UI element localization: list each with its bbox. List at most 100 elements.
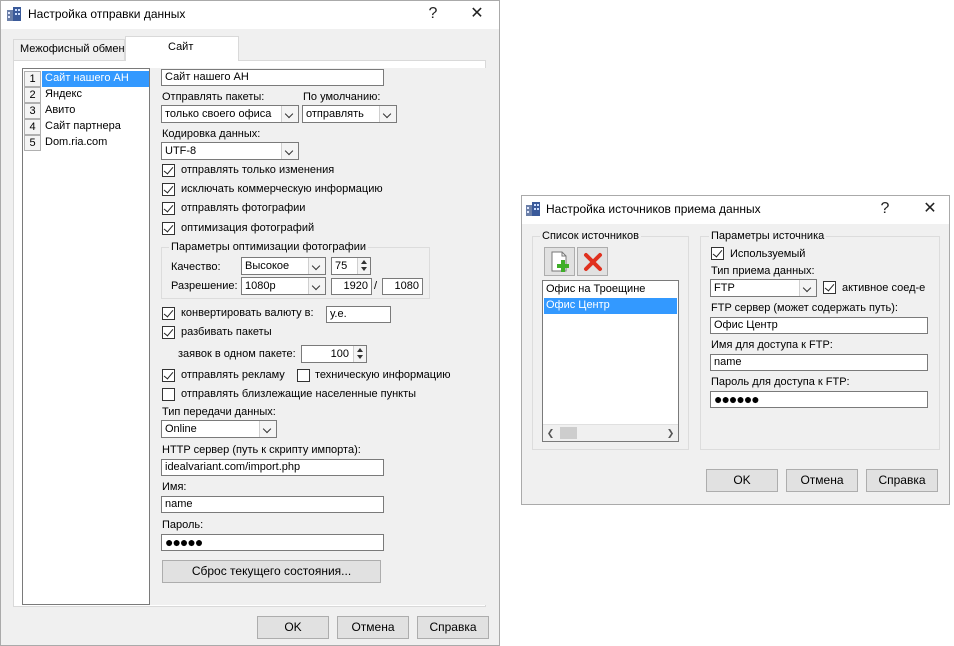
name-input[interactable]: name — [161, 496, 384, 513]
site-list[interactable]: 1 Сайт нашего АН 2 Яндекс 3 Авито 4 Сайт… — [22, 68, 150, 605]
close-icon[interactable]: ✕ — [463, 3, 491, 25]
ftp-server-label: FTP сервер (может содержать путь): — [711, 302, 898, 314]
site-name: Яндекс — [45, 88, 82, 100]
scroll-left-icon[interactable]: ❮ — [545, 428, 556, 439]
help-button[interactable]: Справка — [417, 616, 489, 639]
add-source-button[interactable] — [544, 247, 575, 276]
help-title-button[interactable]: ? — [871, 198, 899, 220]
tab-site[interactable]: Сайт — [125, 36, 239, 61]
dialog-title: Настройка отправки данных — [28, 7, 186, 21]
list-item[interactable]: 2 Яндекс — [23, 87, 149, 103]
ftp-user-label: Имя для доступа к FTP: — [711, 339, 833, 351]
site-name: Dom.ria.com — [45, 136, 108, 148]
quality-select[interactable]: Высокое — [241, 257, 326, 275]
password-input[interactable]: ●●●●● — [161, 534, 384, 551]
horizontal-scrollbar[interactable]: ❮ ❯ — [543, 424, 678, 441]
ok-button[interactable]: OK — [257, 616, 329, 639]
tab-label: Межофисный обмен — [20, 43, 125, 55]
ftp-user-input[interactable]: name — [710, 354, 928, 371]
cancel-button[interactable]: Отмена — [337, 616, 409, 639]
chevron-down-icon[interactable] — [281, 143, 298, 159]
spin-arrows-icon[interactable] — [353, 346, 366, 362]
tab-label: Сайт — [168, 41, 194, 53]
resolution-height-field[interactable]: 1080 — [382, 278, 423, 295]
default-value: отправлять — [306, 108, 364, 120]
row-number: 5 — [24, 135, 41, 151]
list-item[interactable]: 1 Сайт нашего АН — [23, 71, 149, 87]
nearby-checkbox[interactable] — [162, 388, 175, 401]
exclude-commercial-checkbox[interactable] — [162, 183, 175, 196]
scroll-thumb[interactable] — [560, 427, 577, 439]
resolution-width-field[interactable]: 1920 — [331, 278, 372, 295]
chevron-down-icon[interactable] — [281, 106, 298, 122]
convert-currency-label: конвертировать валюту в: — [181, 307, 314, 319]
http-server-label: HTTP сервер (путь к скрипту импорта): — [162, 444, 361, 456]
receive-type-label: Тип приема данных: — [711, 265, 815, 277]
help-button[interactable]: Справка — [866, 469, 938, 492]
spin-arrows-icon[interactable] — [357, 258, 370, 274]
name-label: Имя: — [162, 481, 187, 493]
resolution-select[interactable]: 1080p — [241, 277, 326, 295]
help-title-button[interactable]: ? — [419, 3, 447, 25]
encoding-select[interactable]: UTF-8 — [161, 142, 299, 160]
resolution-label: Разрешение: — [171, 280, 238, 292]
convert-currency-checkbox[interactable] — [162, 307, 175, 320]
quality-spinner[interactable]: 75 — [331, 257, 371, 275]
send-ads-checkbox[interactable] — [162, 369, 175, 382]
chevron-down-icon[interactable] — [379, 106, 396, 122]
requests-per-packet-spinner[interactable]: 100 — [301, 345, 367, 363]
receive-type-value: FTP — [714, 282, 735, 294]
tab-interoffice[interactable]: Межофисный обмен — [13, 39, 125, 60]
ftp-password-input[interactable]: ●●●●●● — [710, 391, 928, 408]
send-packets-value: только своего офиса — [165, 108, 272, 120]
currency-input[interactable]: у.е. — [326, 306, 391, 323]
reset-state-button[interactable]: Сброс текущего состояния... — [162, 560, 381, 583]
chevron-down-icon[interactable] — [259, 421, 276, 437]
split-packets-checkbox[interactable] — [162, 326, 175, 339]
cancel-button[interactable]: Отмена — [786, 469, 858, 492]
selected-site-name: Сайт нашего АН — [42, 71, 149, 87]
requests-per-packet-label: заявок в одном пакете: — [178, 348, 296, 360]
delete-source-button[interactable] — [577, 247, 608, 276]
split-packets-label: разбивать пакеты — [181, 326, 272, 338]
requests-per-packet-value: 100 — [330, 348, 349, 360]
active-connection-checkbox[interactable] — [823, 281, 836, 294]
chevron-down-icon[interactable] — [308, 278, 325, 294]
list-item[interactable]: 4 Сайт партнера — [23, 119, 149, 135]
receive-type-select[interactable]: FTP — [710, 279, 817, 297]
title-bar: Настройка источников приема данных ? ✕ — [522, 196, 949, 224]
quality-label: Качество: — [171, 261, 221, 273]
chevron-down-icon[interactable] — [799, 280, 816, 296]
ftp-password-label: Пароль для доступа к FTP: — [711, 376, 850, 388]
tech-info-checkbox[interactable] — [297, 369, 310, 382]
ok-button[interactable]: OK — [706, 469, 778, 492]
list-item-selected[interactable]: Офис Центр — [544, 298, 677, 314]
optimize-photos-checkbox[interactable] — [162, 222, 175, 235]
default-label: По умолчанию: — [303, 91, 381, 103]
transfer-type-select[interactable]: Online — [161, 420, 277, 438]
add-document-icon — [551, 251, 569, 272]
send-photos-checkbox[interactable] — [162, 202, 175, 215]
dialog-title: Настройка источников приема данных — [546, 202, 761, 216]
scroll-right-icon[interactable]: ❯ — [665, 428, 676, 439]
title-bar: Настройка отправки данных ? ✕ — [1, 1, 499, 29]
used-checkbox[interactable] — [711, 247, 724, 260]
sources-group-title: Список источников — [540, 230, 641, 242]
sources-list[interactable]: Офис на Троещине Офис Центр ❮ ❯ — [542, 280, 679, 442]
transfer-type-value: Online — [165, 423, 197, 435]
list-item[interactable]: 5 Dom.ria.com — [23, 135, 149, 151]
list-item[interactable]: 3 Авито — [23, 103, 149, 119]
row-number: 3 — [24, 103, 41, 119]
list-item[interactable]: Офис на Троещине — [544, 282, 677, 298]
http-server-input[interactable]: idealvariant.com/import.php — [161, 459, 384, 476]
ftp-server-input[interactable]: Офис Центр — [710, 317, 928, 334]
close-icon[interactable]: ✕ — [916, 198, 944, 220]
chevron-down-icon[interactable] — [308, 258, 325, 274]
send-data-dialog: Настройка отправки данных ? ✕ Межофисный… — [0, 0, 500, 646]
send-ads-label: отправлять рекламу — [181, 369, 285, 381]
changes-only-checkbox[interactable] — [162, 164, 175, 177]
default-select[interactable]: отправлять — [302, 105, 397, 123]
resolution-value: 1080p — [245, 280, 276, 292]
send-packets-select[interactable]: только своего офиса — [161, 105, 299, 123]
site-name-input[interactable]: Сайт нашего АН — [161, 69, 384, 86]
